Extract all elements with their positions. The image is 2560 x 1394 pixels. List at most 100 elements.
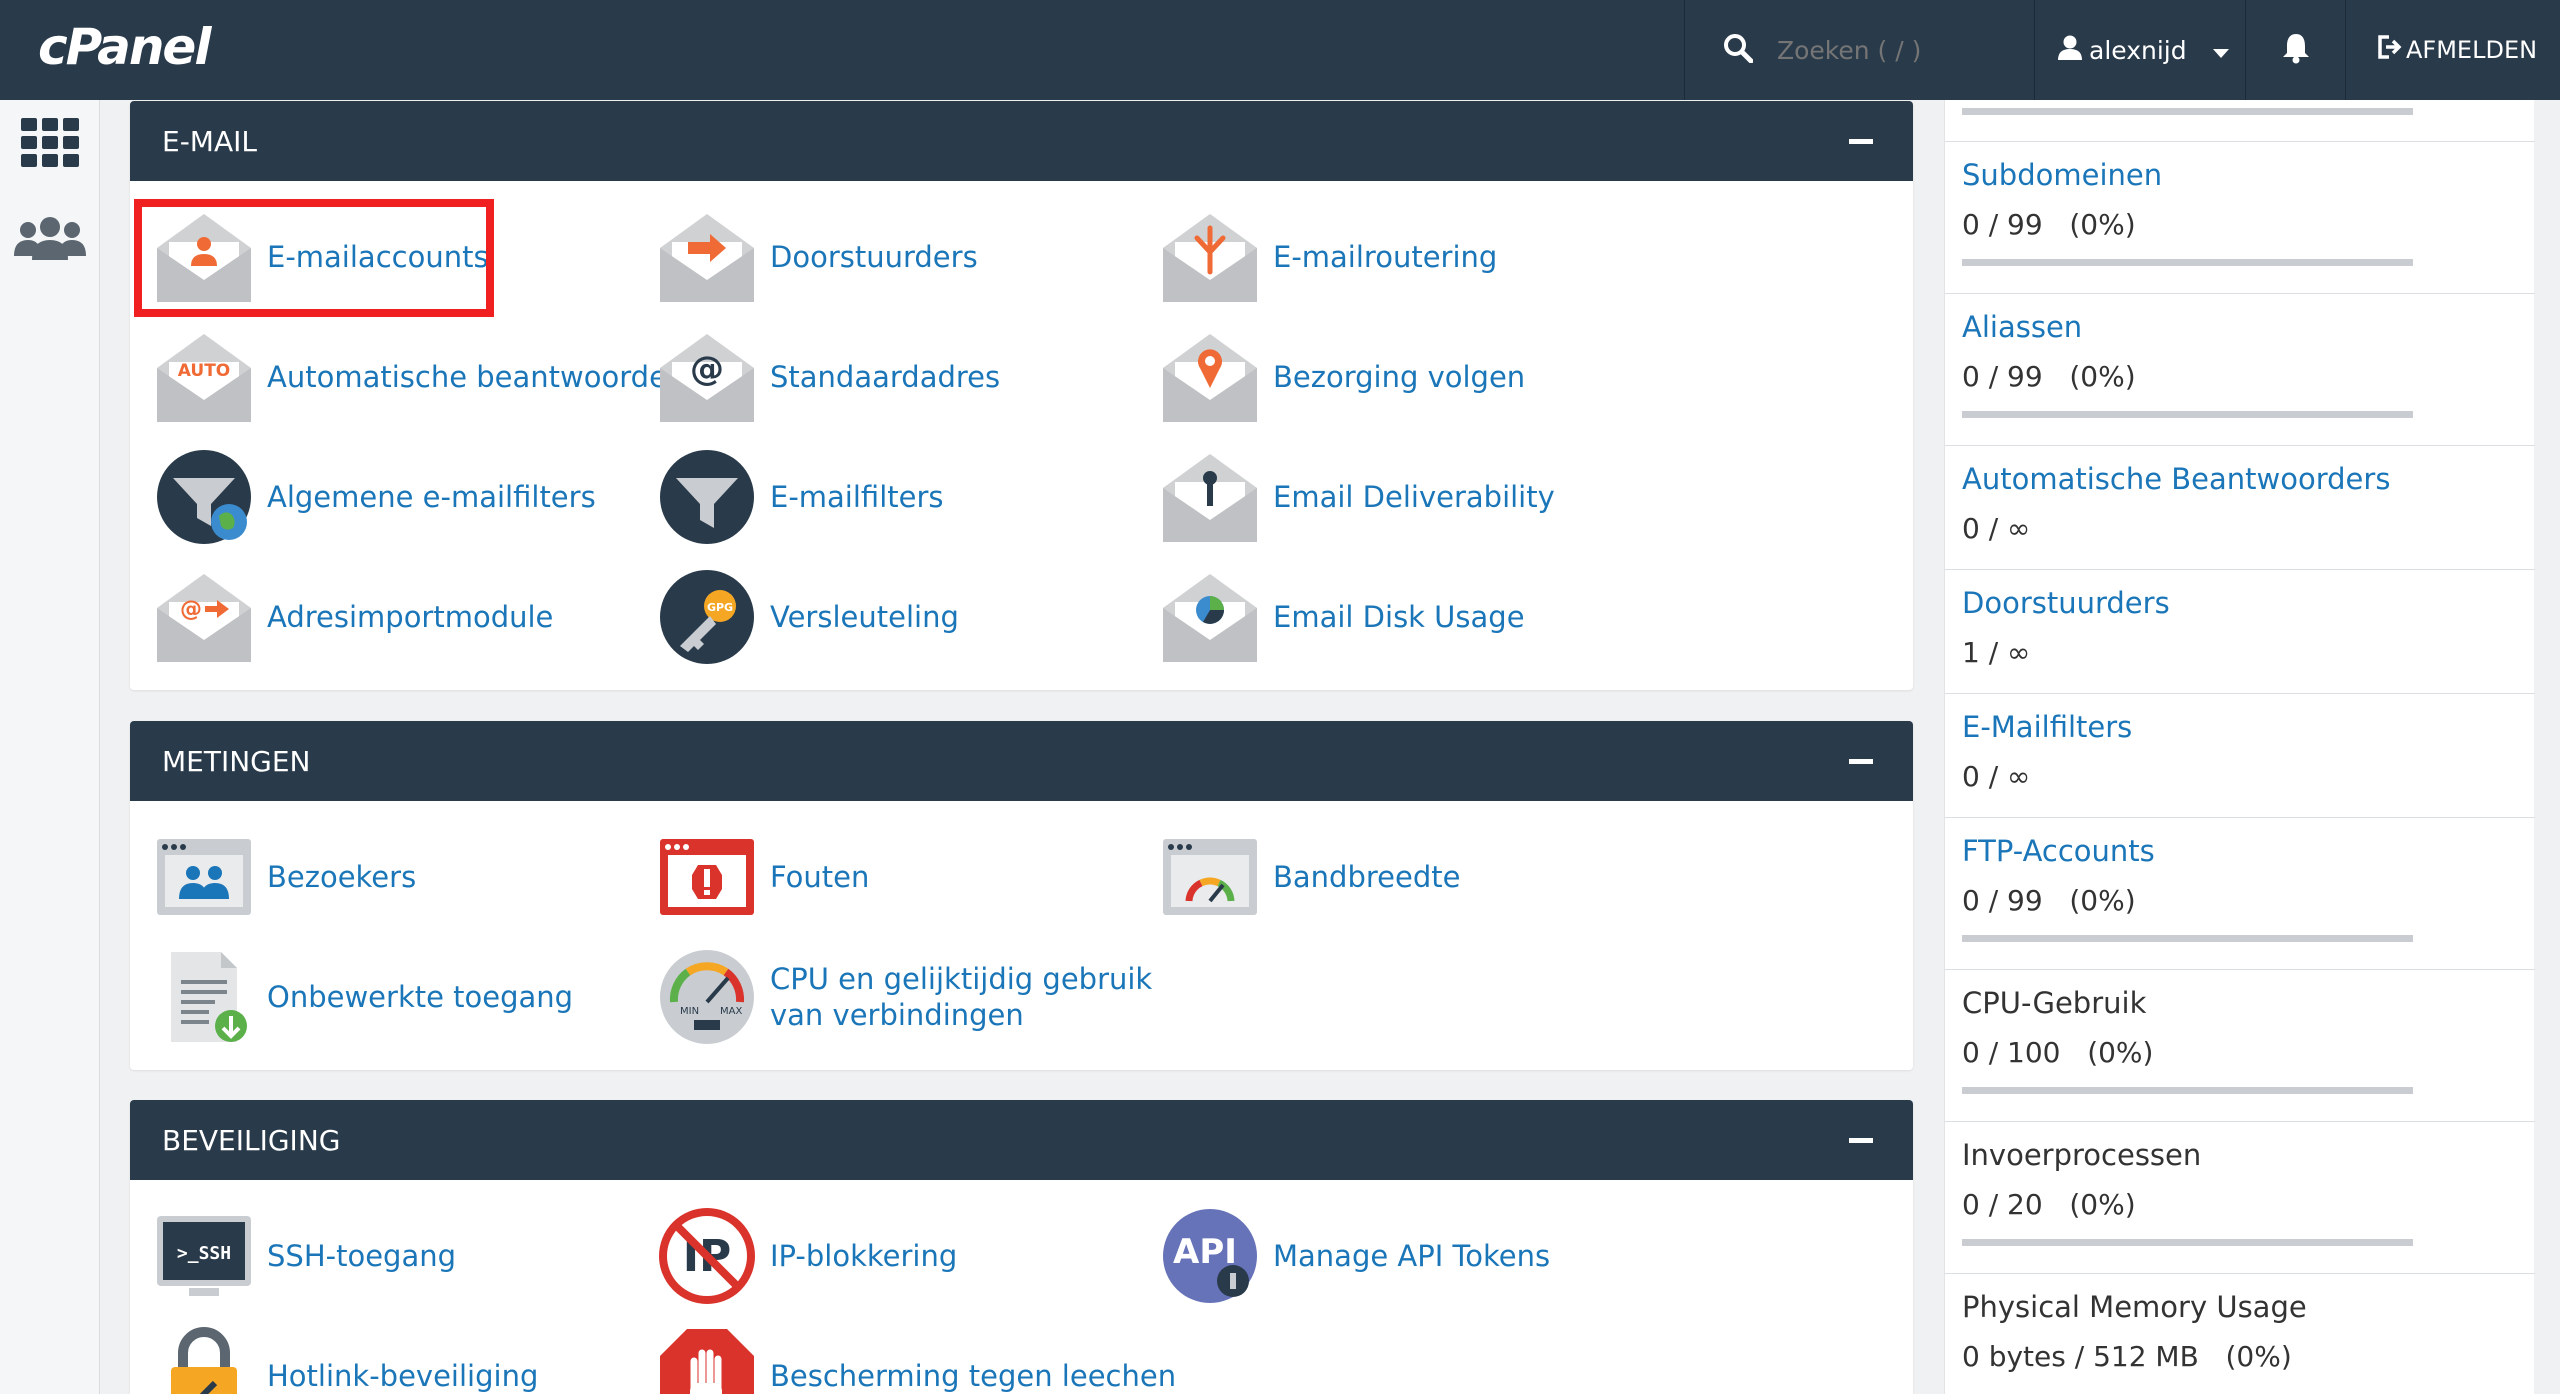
progress-bar	[1962, 1087, 2413, 1094]
at-sign-icon: @	[657, 327, 757, 427]
chevron-down-icon	[2212, 36, 2229, 65]
stat-value: 0 / 99 (0%)	[1962, 360, 2136, 393]
stat-partial	[1945, 100, 2535, 142]
stat-title[interactable]: Doorstuurders	[1962, 586, 2170, 620]
svg-text:MAX: MAX	[720, 1006, 742, 1017]
search-icon	[1723, 33, 1754, 67]
stat-value: 0 / 99 (0%)	[1962, 208, 2136, 241]
cpu-connection-usage-item[interactable]: MIN MAX CPU en gelijktijdig gebruik van v…	[657, 947, 1152, 1047]
metrics-panel-header[interactable]: METINGEN	[130, 721, 1913, 801]
pie-chart-envelope-icon	[1160, 567, 1260, 667]
speedometer-icon: MIN MAX	[657, 947, 757, 1047]
stat-title[interactable]: E-Mailfilters	[1962, 710, 2132, 744]
svg-text:>_SSH: >_SSH	[177, 1243, 231, 1264]
encryption-item[interactable]: GPG Versleuteling	[657, 567, 959, 667]
stat-title[interactable]: Aliassen	[1962, 310, 2082, 344]
stat-physical-memory: Physical Memory Usage 0 bytes / 512 MB (…	[1945, 1274, 2535, 1394]
users-icon	[14, 216, 86, 264]
bandwidth-item[interactable]: Bandbreedte	[1160, 827, 1460, 927]
search-box[interactable]	[1684, 0, 2034, 100]
svg-text:AUTO: AUTO	[178, 361, 231, 381]
item-label: CPU en gelijktijdig gebruik van verbindi…	[770, 961, 1152, 1033]
email-deliverability-item[interactable]: Email Deliverability	[1160, 447, 1555, 547]
raw-access-item[interactable]: Onbewerkte toegang	[154, 947, 573, 1047]
stat-title[interactable]: FTP-Accounts	[1962, 834, 2155, 868]
manage-api-tokens-item[interactable]: API Manage API Tokens	[1160, 1206, 1550, 1306]
errors-item[interactable]: Fouten	[657, 827, 869, 927]
email-routing-icon	[1160, 207, 1260, 307]
progress-bar	[1962, 1239, 2413, 1246]
item-label: Onbewerkte toegang	[267, 980, 574, 1014]
item-label: Bezoekers	[267, 860, 417, 894]
leech-protection-item[interactable]: Bescherming tegen leechen	[657, 1326, 1176, 1394]
collapse-icon[interactable]	[1849, 139, 1873, 144]
item-label: Bezorging volgen	[1273, 360, 1526, 394]
address-importer-item[interactable]: @ Adresimportmodule	[154, 567, 553, 667]
stat-value: 0 / 20 (0%)	[1962, 1188, 2136, 1221]
security-panel: BEVEILIGING >_SSH SSH-toegang IP IP-blok…	[130, 1100, 1913, 1394]
stat-title[interactable]: Automatische Beantwoorders	[1962, 462, 2390, 496]
logout-label: AFMELDEN	[2406, 36, 2538, 64]
track-delivery-item[interactable]: Bezorging volgen	[1160, 327, 1525, 427]
item-label: Algemene e-mailfilters	[267, 480, 596, 514]
stat-title[interactable]: Subdomeinen	[1962, 158, 2162, 192]
security-panel-header[interactable]: BEVEILIGING	[130, 1100, 1913, 1180]
item-label: Bescherming tegen leechen	[770, 1359, 1177, 1393]
email-panel-header[interactable]: E-MAIL	[130, 101, 1913, 181]
logout-button[interactable]: AFMELDEN	[2345, 0, 2560, 100]
stat-value: 1 / ∞	[1962, 636, 2031, 669]
email-panel: E-MAIL E-mailaccounts Doorstuurders E-ma…	[130, 101, 1913, 690]
ip-blocker-item[interactable]: IP IP-blokkering	[657, 1206, 957, 1306]
email-filters-item[interactable]: E-mailfilters	[657, 447, 944, 547]
forwarders-item[interactable]: Doorstuurders	[657, 207, 978, 307]
email-disk-usage-item[interactable]: Email Disk Usage	[1160, 567, 1525, 667]
svg-text:@: @	[180, 597, 202, 622]
item-label: Adresimportmodule	[267, 600, 554, 634]
email-routing-item[interactable]: E-mailroutering	[1160, 207, 1497, 307]
stat-ftp-accounts: FTP-Accounts 0 / 99 (0%)	[1945, 818, 2535, 970]
stat-value: 0 bytes / 512 MB (0%)	[1962, 1340, 2292, 1373]
stat-title: Invoerprocessen	[1962, 1138, 2202, 1172]
gpg-key-icon: GPG	[657, 567, 757, 667]
item-label: Hotlink-beveiliging	[267, 1359, 539, 1393]
stat-value: 0 / ∞	[1962, 512, 2031, 545]
stat-title: Physical Memory Usage	[1962, 1290, 2307, 1324]
default-address-item[interactable]: @ Standaardadres	[657, 327, 1000, 427]
sidebar-item-tools[interactable]	[0, 100, 100, 190]
item-label: Email Deliverability	[1273, 480, 1555, 514]
svg-text:API: API	[1173, 1232, 1237, 1272]
collapse-icon[interactable]	[1849, 759, 1873, 764]
api-key-icon: API	[1160, 1206, 1260, 1306]
collapse-icon[interactable]	[1849, 1138, 1873, 1143]
stat-email-filters: E-Mailfilters 0 / ∞	[1945, 694, 2535, 818]
item-label: E-mailfilters	[770, 480, 944, 514]
user-menu[interactable]: alexnijd	[2034, 0, 2245, 100]
progress-bar	[1962, 259, 2413, 266]
left-sidebar	[0, 100, 100, 1394]
stat-entry-processes: Invoerprocessen 0 / 20 (0%)	[1945, 1122, 2535, 1274]
item-label: Fouten	[770, 860, 870, 894]
autoresponders-item[interactable]: AUTO Automatische beantwoorders	[154, 327, 694, 427]
gauge-icon	[1160, 827, 1260, 927]
key-envelope-icon	[1160, 447, 1260, 547]
hotlink-protection-item[interactable]: Hotlink-beveiliging	[154, 1326, 538, 1394]
global-filter-icon	[154, 447, 254, 547]
item-label: Doorstuurders	[770, 240, 978, 274]
item-label: Standaardadres	[770, 360, 1001, 394]
ssh-access-item[interactable]: >_SSH SSH-toegang	[154, 1206, 456, 1306]
item-label: Manage API Tokens	[1273, 1239, 1551, 1273]
global-email-filters-item[interactable]: Algemene e-mailfilters	[154, 447, 596, 547]
forwarders-icon	[657, 207, 757, 307]
notifications-button[interactable]	[2245, 0, 2345, 100]
search-input[interactable]	[1777, 35, 2017, 65]
item-label: Email Disk Usage	[1273, 600, 1525, 634]
stat-subdomains: Subdomeinen 0 / 99 (0%)	[1945, 142, 2535, 294]
filter-icon	[657, 447, 757, 547]
visitors-item[interactable]: Bezoekers	[154, 827, 416, 927]
section-title: METINGEN	[162, 744, 311, 778]
item-label-line-1: CPU en gelijktijdig gebruik	[770, 962, 1153, 996]
item-label: Versleuteling	[770, 600, 959, 634]
cpanel-logo[interactable]: cPanel	[38, 18, 211, 76]
stop-hand-icon	[657, 1326, 757, 1394]
sidebar-item-users[interactable]	[0, 195, 100, 285]
